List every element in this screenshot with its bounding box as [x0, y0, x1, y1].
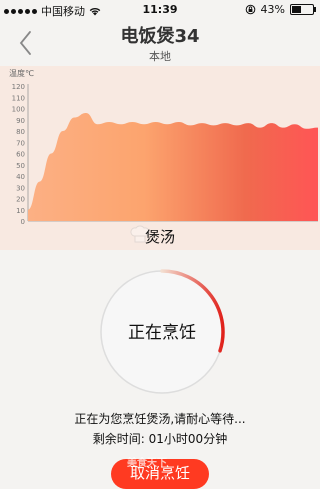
y-tick-label: 20 [16, 196, 25, 204]
y-tick-label: 90 [16, 117, 25, 125]
cooking-status: 正在烹饪 [128, 323, 196, 343]
watermark-text: 美食天下 [127, 458, 167, 469]
remaining-time: 剩余时间: 01小时00分钟 [92, 432, 228, 446]
y-axis-label: 温度℃ [9, 68, 34, 78]
cooking-message: 正在为您烹饪煲汤,请耐心等待... [74, 412, 246, 426]
y-tick-label: 100 [12, 106, 25, 114]
y-tick-label: 30 [16, 184, 25, 192]
rotation-lock-icon [245, 4, 255, 15]
battery-percent: 43% [260, 3, 285, 16]
y-tick-label: 40 [16, 173, 25, 181]
temperature-chart-panel: 温度℃ 0 10 20 30 40 50 60 70 80 90 100 110 120 煲汤 [0, 66, 320, 250]
y-tick-label: 0 [21, 218, 25, 226]
y-tick-label: 70 [16, 139, 25, 147]
temperature-chart: 温度℃ 0 10 20 30 40 50 60 70 80 90 100 110 120 [9, 68, 318, 226]
y-tick-label: 60 [16, 151, 25, 159]
y-tick-label: 10 [16, 207, 25, 215]
y-tick-label: 50 [16, 162, 25, 170]
page-title: 电饭煲34 [120, 26, 200, 47]
status-bar: 中国移动 11:39 43% [0, 0, 320, 20]
battery-icon [290, 4, 316, 15]
page-subtitle: 本地 [149, 50, 171, 63]
temperature-area [28, 113, 318, 221]
recipe-name: 煲汤 [144, 228, 175, 246]
y-tick-label: 110 [12, 94, 25, 102]
nav-bar: 电饭煲34 本地 [0, 20, 320, 66]
status-right: 43% [245, 3, 316, 16]
y-tick-label: 80 [16, 128, 25, 136]
y-tick-label: 120 [12, 83, 25, 91]
